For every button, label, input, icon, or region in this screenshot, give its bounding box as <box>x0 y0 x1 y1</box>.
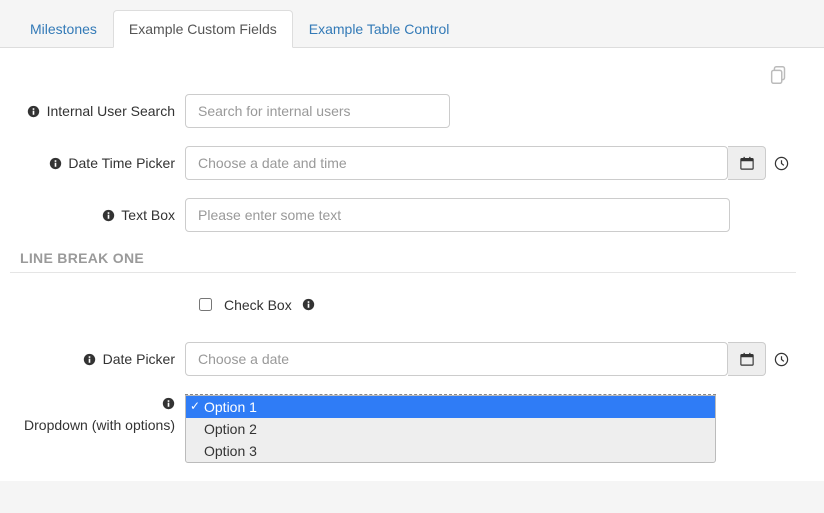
check-box-input[interactable] <box>199 298 212 311</box>
dropdown-option-3[interactable]: Option 3 <box>186 440 715 462</box>
date-picker-input[interactable] <box>185 342 728 376</box>
dropdown-option-1[interactable]: Option 1 <box>186 396 715 418</box>
date-time-picker-input[interactable] <box>185 146 728 180</box>
info-icon[interactable] <box>101 208 115 222</box>
copy-icon[interactable] <box>768 64 790 89</box>
check-box-label: Check Box <box>224 297 292 313</box>
internal-user-search-input[interactable] <box>185 94 450 128</box>
dropdown-label: Dropdown (with options) <box>24 417 175 433</box>
history-icon[interactable] <box>766 156 796 171</box>
dropdown-listbox[interactable]: Option 1 Option 2 Option 3 <box>185 395 716 463</box>
info-icon[interactable] <box>161 396 175 410</box>
text-box-label: Text Box <box>121 207 175 223</box>
section-line-break-one: LINE BREAK ONE <box>20 250 796 266</box>
divider <box>10 272 796 273</box>
date-picker-label: Date Picker <box>103 351 175 367</box>
calendar-icon-button[interactable] <box>728 342 766 376</box>
tab-milestones[interactable]: Milestones <box>14 10 113 48</box>
dropdown-option-2[interactable]: Option 2 <box>186 418 715 440</box>
tab-bar: Milestones Example Custom Fields Example… <box>0 10 824 48</box>
date-time-picker-label: Date Time Picker <box>68 155 175 171</box>
history-icon[interactable] <box>766 352 796 367</box>
calendar-icon-button[interactable] <box>728 146 766 180</box>
info-icon[interactable] <box>83 352 97 366</box>
info-icon[interactable] <box>48 156 62 170</box>
info-icon[interactable] <box>27 104 41 118</box>
calendar-icon <box>740 156 754 170</box>
info-icon[interactable] <box>302 298 316 312</box>
tab-panel-custom-fields: Internal User Search Date Time Picker <box>0 48 824 481</box>
tab-example-table-control[interactable]: Example Table Control <box>293 10 466 48</box>
internal-user-search-label: Internal User Search <box>47 103 175 119</box>
calendar-icon <box>740 352 754 366</box>
tab-example-custom-fields[interactable]: Example Custom Fields <box>113 10 293 48</box>
text-box-input[interactable] <box>185 198 730 232</box>
